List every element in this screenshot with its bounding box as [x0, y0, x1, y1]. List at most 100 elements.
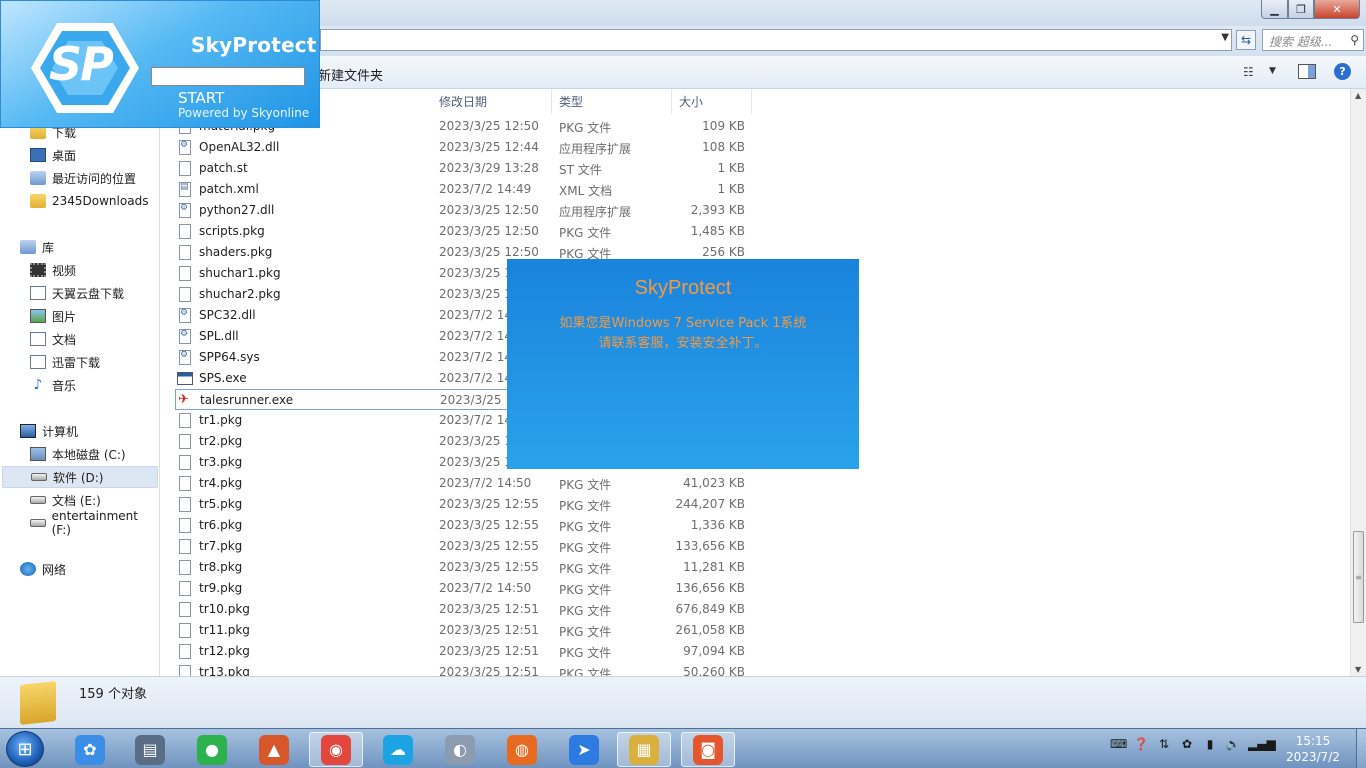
file-icon	[179, 497, 191, 512]
file-size: 41,023 KB	[683, 476, 745, 490]
file-type: 应用程序扩展	[559, 142, 632, 156]
file-date: 2023/3/25 1	[439, 455, 512, 469]
search-input[interactable]: 搜索 超级... ⚲	[1262, 29, 1364, 51]
scroll-down-arrow-icon[interactable]: ▼	[1355, 665, 1361, 674]
file-size: 2,393 KB	[690, 203, 745, 217]
file-icon	[179, 476, 191, 491]
file-name: talesrunner.exe	[200, 393, 294, 407]
network-signal-icon[interactable]: ▂▄▆	[1248, 737, 1276, 751]
close-button[interactable]: ✕	[1314, 0, 1360, 19]
taskbar-firefox-button[interactable]: ◍	[495, 732, 549, 767]
vertical-scrollbar[interactable]: ▲ ≡ ▼	[1350, 89, 1366, 676]
popup-title: SkyProtect	[634, 277, 732, 299]
address-bar[interactable]: ▼	[320, 29, 1232, 51]
nav-item-videos[interactable]: 视频	[30, 259, 158, 281]
file-size: 50,260 KB	[683, 665, 745, 676]
taskbar-qq-game-button[interactable]: ◐	[433, 732, 487, 767]
taskbar-feishu-button[interactable]: ➤	[557, 732, 611, 767]
help-tray-icon[interactable]: ❓	[1133, 737, 1149, 751]
file-date: 2023/3/25 12:50	[439, 224, 539, 238]
taskbar-matlab-button[interactable]: ▲	[247, 732, 301, 767]
file-row[interactable]: tr5.pkg 2023/3/25 12:55 PKG 文件 244,207 KB	[175, 494, 755, 515]
file-type: PKG 文件	[559, 478, 612, 492]
file-date: 2023/3/25 12:55	[439, 497, 539, 511]
file-row[interactable]: patch.st 2023/3/29 13:28 ST 文件 1 KB	[175, 158, 755, 179]
column-date[interactable]: 修改日期	[432, 89, 552, 114]
file-name: tr9.pkg	[199, 581, 243, 595]
file-type: PKG 文件	[559, 121, 612, 135]
maximize-button[interactable]: ❐	[1288, 0, 1314, 19]
refresh-button[interactable]: ⇆	[1236, 30, 1256, 50]
column-size[interactable]: 大小	[672, 89, 752, 114]
nav-item-drive-f[interactable]: entertainment (F:)	[30, 509, 158, 537]
file-row[interactable]: tr12.pkg 2023/3/25 12:51 PKG 文件 97,094 KB	[175, 641, 755, 662]
taskbar-baidu-netdisk-button[interactable]: ✿	[63, 732, 117, 767]
file-icon	[179, 266, 191, 281]
file-icon	[179, 413, 191, 428]
nav-item-desktop[interactable]: 桌面	[30, 144, 158, 166]
tianyi-cloud-icon: ☁	[383, 734, 413, 765]
file-name: tr10.pkg	[199, 602, 250, 616]
taskbar-document-viewer-button[interactable]: ▤	[123, 732, 177, 767]
view-dropdown-icon[interactable]: ▼	[1269, 66, 1276, 76]
device-tray-icon[interactable]: ▮	[1202, 737, 1218, 751]
minimize-button[interactable]: ▁	[1261, 0, 1288, 19]
keyboard-icon[interactable]: ⌨	[1110, 737, 1127, 751]
file-row[interactable]: tr8.pkg 2023/3/25 12:55 PKG 文件 11,281 KB	[175, 557, 755, 578]
file-row[interactable]: tr6.pkg 2023/3/25 12:55 PKG 文件 1,336 KB	[175, 515, 755, 536]
taskbar-chrome-button[interactable]: ◉	[309, 732, 363, 767]
file-size: 133,656 KB	[675, 539, 745, 553]
address-dropdown-icon[interactable]: ▼	[1221, 32, 1229, 43]
taskbar-slides-app-button[interactable]: ◙	[681, 732, 735, 767]
file-row[interactable]: tr11.pkg 2023/3/25 12:51 PKG 文件 261,058 KB	[175, 620, 755, 641]
nav-item-xunlei[interactable]: 迅雷下载	[30, 351, 158, 373]
start-label[interactable]: START	[178, 89, 224, 107]
file-row[interactable]: patch.xml 2023/7/2 14:49 XML 文档 1 KB	[175, 179, 755, 200]
taskbar-file-explorer-button[interactable]: ▦	[617, 732, 671, 767]
view-options-icon[interactable]: ☷	[1243, 65, 1254, 79]
file-row[interactable]: tr13.pkg 2023/3/25 12:51 PKG 文件 50,260 KB	[175, 662, 755, 676]
nav-item-2345downloads[interactable]: 2345Downloads	[30, 190, 158, 212]
preview-pane-icon[interactable]	[1298, 64, 1316, 79]
nav-item-drive-c[interactable]: 本地磁盘 (C:)	[30, 443, 158, 465]
nav-item-drive-d[interactable]: 软件 (D:)	[2, 466, 158, 488]
nav-item-libraries[interactable]: 库	[20, 236, 158, 258]
nav-item-computer[interactable]: 计算机	[20, 420, 158, 442]
scroll-up-arrow-icon[interactable]: ▲	[1355, 91, 1361, 100]
nav-item-recent[interactable]: 最近访问的位置	[30, 167, 158, 189]
file-row[interactable]: tr9.pkg 2023/7/2 14:50 PKG 文件 136,656 KB	[175, 578, 755, 599]
file-row[interactable]: OpenAL32.dll 2023/3/25 12:44 应用程序扩展 108 KB	[175, 137, 755, 158]
file-row[interactable]: tr4.pkg 2023/7/2 14:50 PKG 文件 41,023 KB	[175, 473, 755, 494]
app-tray-icon[interactable]: ✿	[1179, 737, 1195, 751]
nav-item-drive-e[interactable]: 文档 (E:)	[30, 489, 158, 511]
system-clock[interactable]: 15:15 2023/7/2	[1278, 733, 1348, 765]
new-folder-button[interactable]: 新建文件夹	[318, 65, 383, 84]
taskbar-tianyi-cloud-button[interactable]: ☁	[371, 732, 425, 767]
column-type[interactable]: 类型	[552, 89, 672, 114]
file-name: tr13.pkg	[199, 665, 250, 676]
nav-item-network[interactable]: 网络	[20, 558, 158, 580]
show-desktop-button[interactable]	[1356, 729, 1366, 768]
file-row[interactable]: python27.dll 2023/3/25 12:50 应用程序扩展 2,393 K…	[175, 200, 755, 221]
taskbar-wechat-button[interactable]: ●	[185, 732, 239, 767]
file-type: 应用程序扩展	[559, 205, 632, 219]
nav-item-documents[interactable]: 文档	[30, 328, 158, 350]
arrow-tray-icon[interactable]: ⇅	[1156, 737, 1172, 751]
help-icon[interactable]: ?	[1334, 63, 1351, 80]
volume-icon[interactable]: 🔈	[1225, 737, 1241, 751]
nav-item-tianyi[interactable]: 天翼云盘下载	[30, 282, 158, 304]
file-date: 2023/7/2 14:50	[439, 581, 532, 595]
file-date: 2023/3/25 12:50	[439, 245, 539, 259]
file-row[interactable]: tr10.pkg 2023/3/25 12:51 PKG 文件 676,849 KB	[175, 599, 755, 620]
drive-icon	[30, 496, 46, 504]
file-size: 1 KB	[717, 182, 745, 196]
file-icon	[179, 455, 191, 470]
start-button[interactable]: ⊞	[6, 731, 44, 767]
nav-item-music[interactable]: ♪ 音乐	[30, 374, 158, 396]
file-row[interactable]: tr7.pkg 2023/3/25 12:55 PKG 文件 133,656 KB	[175, 536, 755, 557]
file-row[interactable]: scripts.pkg 2023/3/25 12:50 PKG 文件 1,485 KB	[175, 221, 755, 242]
nav-item-pictures[interactable]: 图片	[30, 305, 158, 327]
scroll-thumb[interactable]: ≡	[1353, 531, 1364, 623]
search-placeholder: 搜索 超级...	[1269, 35, 1333, 49]
search-icon[interactable]: ⚲	[1350, 33, 1359, 47]
